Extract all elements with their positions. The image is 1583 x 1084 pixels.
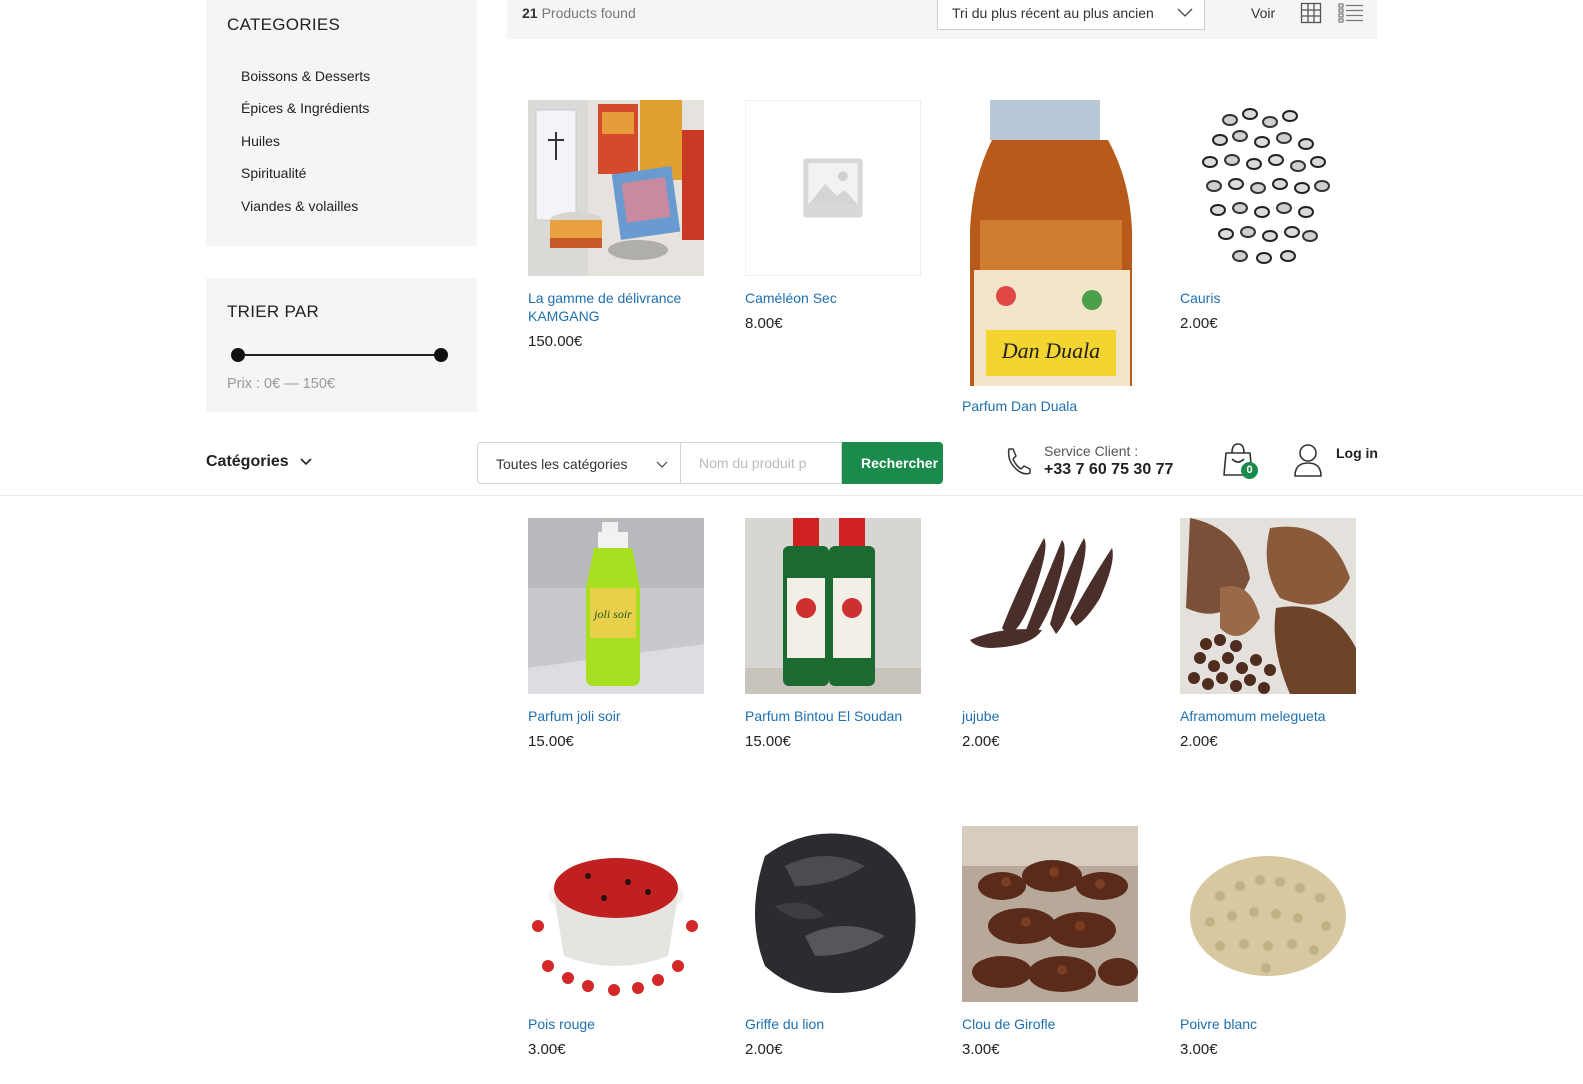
cart-count-badge: 0 <box>1241 462 1258 479</box>
jars-photo <box>528 100 704 276</box>
category-list: Boissons & Desserts Épices & Ingrédients… <box>241 66 370 228</box>
cloves-photo <box>962 826 1138 1002</box>
placeholder-image-icon <box>746 101 920 275</box>
category-item-epices[interactable]: Épices & Ingrédients <box>241 98 370 130</box>
product-name[interactable]: Parfum Dan Duala <box>962 397 1138 415</box>
products-found-label: Products found <box>541 5 636 21</box>
product-name[interactable]: Clou de Girofle <box>962 1015 1138 1033</box>
product-price: 15.00€ <box>745 733 791 750</box>
sort-order-select[interactable]: Tri du plus récent au plus ancien <box>937 0 1205 30</box>
search-category-value: Toutes les catégories <box>496 456 628 472</box>
dark-pods-photo <box>745 826 921 1002</box>
customer-service: Service Client : +33 7 60 75 30 77 <box>1003 443 1193 485</box>
categories-menu-label: Catégories <box>206 453 289 470</box>
price-filter-title: TRIER PAR <box>227 302 320 321</box>
product-image-griffe-du-lion[interactable] <box>745 826 921 1002</box>
view-label: Voir <box>1251 5 1276 21</box>
product-name[interactable]: Poivre blanc <box>1180 1015 1356 1033</box>
chevron-down-icon <box>656 461 668 468</box>
red-peas-photo <box>528 826 704 1002</box>
search-input[interactable] <box>680 442 842 484</box>
search-form: Toutes les catégories Rechercher <box>477 442 944 484</box>
product-image-kamgang[interactable] <box>528 100 704 276</box>
cart-button[interactable]: 0 <box>1222 441 1258 479</box>
shop-toolbar: 21 Products found Tri du plus récent au p… <box>507 0 1377 39</box>
chevron-down-icon <box>300 458 312 465</box>
grid-view-icon[interactable] <box>1300 2 1322 24</box>
product-image-clou-de-girofle[interactable] <box>962 826 1138 1002</box>
category-item-boissons[interactable]: Boissons & Desserts <box>241 66 370 98</box>
product-image-dan-duala[interactable]: Dan Duala <box>962 100 1138 386</box>
price-slider-min-handle[interactable] <box>231 348 245 362</box>
product-name[interactable]: jujube <box>962 707 1138 725</box>
product-image-cauris[interactable] <box>1180 100 1356 276</box>
bottle-photo: Dan Duala <box>962 100 1138 386</box>
price-range: Prix :0€ — 150€ <box>227 376 335 392</box>
product-image-bintou[interactable] <box>745 518 921 694</box>
product-price: 2.00€ <box>962 733 1000 750</box>
phone-icon <box>1007 448 1031 475</box>
product-name[interactable]: Pois rouge <box>528 1015 704 1033</box>
green-bottle-photo: joli soir <box>528 518 704 694</box>
product-price: 150.00€ <box>528 333 583 350</box>
product-image-pois-rouge[interactable] <box>528 826 704 1002</box>
price-range-label: Prix : <box>227 376 261 392</box>
categories-widget: CATEGORIES Boissons & Desserts Épices & … <box>206 0 477 246</box>
product-price: 15.00€ <box>528 733 574 750</box>
customer-service-label: Service Client : <box>1044 443 1139 459</box>
category-item-viandes[interactable]: Viandes & volailles <box>241 196 370 228</box>
pods-photo <box>962 518 1138 694</box>
product-price: 2.00€ <box>745 1041 783 1058</box>
price-filter-widget: TRIER PAR Prix :0€ — 150€ <box>206 278 477 412</box>
user-icon[interactable] <box>1293 443 1323 477</box>
svg-text:Dan Duala: Dan Duala <box>1001 338 1100 363</box>
price-slider-track <box>232 354 447 356</box>
product-name[interactable]: La gamme de délivrance KAMGANG <box>528 289 704 325</box>
product-image-poivre-blanc[interactable] <box>1180 826 1356 1002</box>
category-item-spiritualite[interactable]: Spiritualité <box>241 163 370 195</box>
seeds-photo <box>1180 518 1356 694</box>
product-price: 8.00€ <box>745 315 783 332</box>
list-view-icon[interactable] <box>1338 2 1364 24</box>
two-bottles-photo <box>745 518 921 694</box>
shells-photo <box>1180 100 1356 276</box>
category-item-huiles[interactable]: Huiles <box>241 131 370 163</box>
product-image-aframomum[interactable] <box>1180 518 1356 694</box>
search-category-select[interactable]: Toutes les catégories <box>477 442 680 484</box>
products-count: 21 <box>522 5 538 21</box>
categories-menu-toggle[interactable]: Catégories <box>206 453 313 471</box>
sticky-header: Catégories Toutes les catégories Recherc… <box>0 433 1583 496</box>
login-link[interactable]: Log in <box>1336 445 1378 461</box>
categories-widget-title: CATEGORIES <box>227 15 341 34</box>
product-name[interactable]: Cauris <box>1180 289 1356 307</box>
chevron-down-icon <box>1177 8 1193 17</box>
white-pepper-photo <box>1180 826 1356 1002</box>
price-range-value: 0€ — 150€ <box>264 376 335 392</box>
product-name[interactable]: Caméléon Sec <box>745 289 921 307</box>
products-found: 21 Products found <box>522 5 636 21</box>
product-price: 2.00€ <box>1180 315 1218 332</box>
product-name[interactable]: Parfum joli soir <box>528 707 704 725</box>
product-price: 2.00€ <box>1180 733 1218 750</box>
search-button[interactable]: Rechercher <box>842 442 943 484</box>
product-image-jujube[interactable] <box>962 518 1138 694</box>
svg-text:joli soir: joli soir <box>592 607 632 621</box>
customer-service-phone[interactable]: +33 7 60 75 30 77 <box>1044 461 1173 479</box>
product-image-joli-soir[interactable]: joli soir <box>528 518 704 694</box>
sort-order-value: Tri du plus récent au plus ancien <box>952 5 1154 21</box>
product-price: 3.00€ <box>962 1041 1000 1058</box>
product-image-cameleon[interactable] <box>745 100 921 276</box>
product-name[interactable]: Parfum Bintou El Soudan <box>745 707 921 725</box>
price-slider-max-handle[interactable] <box>434 348 448 362</box>
product-price: 3.00€ <box>528 1041 566 1058</box>
product-price: 3.00€ <box>1180 1041 1218 1058</box>
price-slider[interactable] <box>231 348 448 362</box>
product-name[interactable]: Aframomum melegueta <box>1180 707 1356 725</box>
product-name[interactable]: Griffe du lion <box>745 1015 921 1033</box>
